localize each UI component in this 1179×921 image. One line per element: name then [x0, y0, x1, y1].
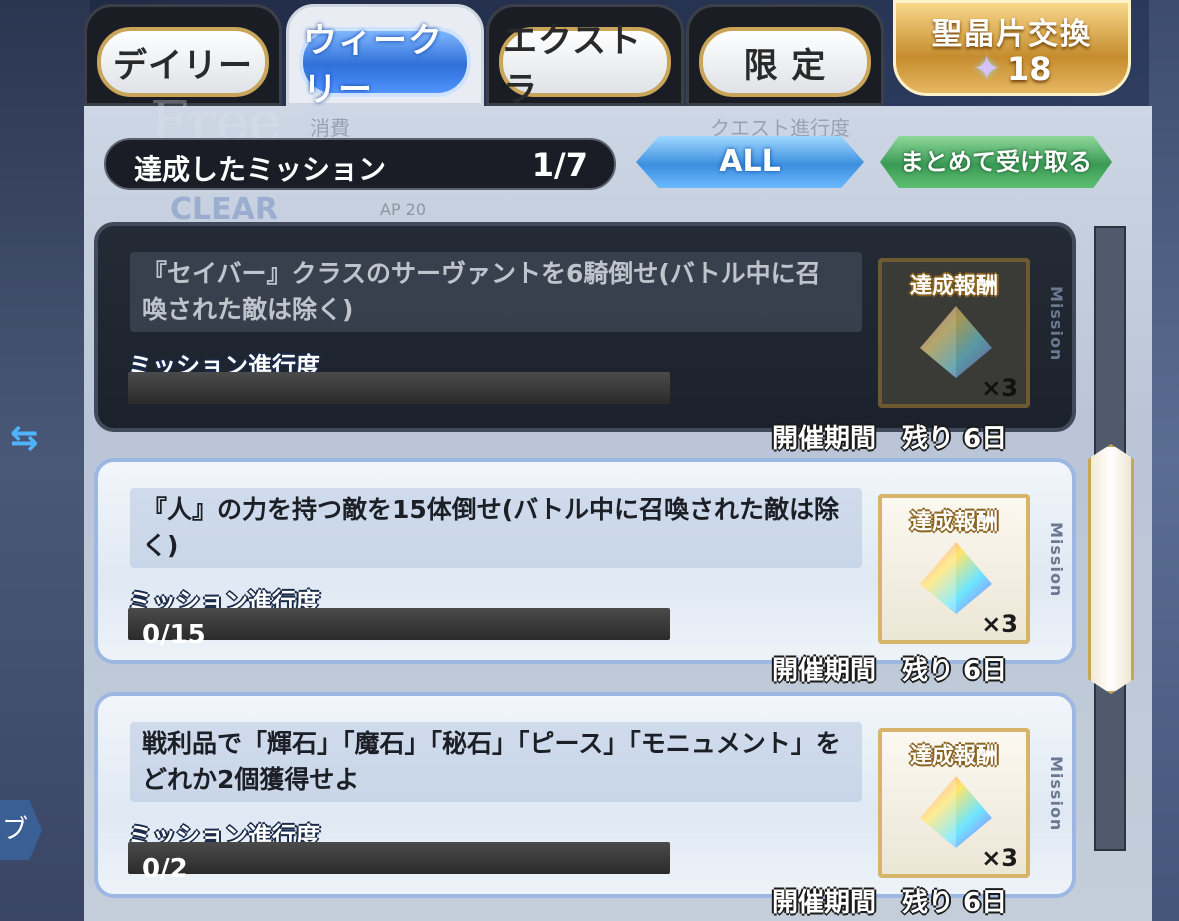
event-period: 開催期間 残り 6日 [772, 424, 1008, 454]
completed-missions-header: 達成したミッション 1/7 [104, 138, 616, 190]
ghost-cost: 消費 [310, 116, 350, 140]
completed-missions-count: 1/7 [531, 146, 588, 184]
mission-card[interactable]: 戦利品で「輝石」「魔石」「秘石」「ピース」「モニュメント」をどれか2個獲得せよ … [94, 692, 1076, 898]
mission-card[interactable]: 『人』の力を持つ敵を15体倒せ(バトル中に召喚された敵は除く) ミッション進行度… [94, 458, 1076, 664]
background-left [0, 0, 90, 921]
reward-title: 達成報酬 [909, 274, 998, 299]
background-right [1149, 0, 1179, 921]
mission-description: 戦利品で「輝石」「魔石」「秘石」「ピース」「モニュメント」をどれか2個獲得せよ [142, 729, 841, 794]
filter-all-button[interactable]: ALL [636, 136, 864, 188]
reward-box: 達成報酬 ×3 [878, 258, 1030, 408]
mission-side-label: Mission [1047, 522, 1066, 598]
reward-quantity: ×3 [981, 610, 1018, 638]
saint-quartz-fragment-icon [920, 306, 992, 378]
ghost-ap: AP 20 [380, 200, 427, 219]
mission-side-label: Mission [1047, 756, 1066, 832]
saint-quartz-fragment-icon [920, 542, 992, 614]
reward-quantity: ×3 [981, 374, 1018, 402]
saint-quartz-fragment-icon [920, 776, 992, 848]
event-period: 開催期間 残り 6日 [772, 656, 1008, 686]
mission-side-label: Mission [1047, 286, 1066, 362]
link-arrows-icon[interactable]: ⇆ [10, 418, 39, 458]
progress-bar [128, 842, 670, 874]
progress-bar [128, 608, 670, 640]
reward-quantity: ×3 [981, 844, 1018, 872]
reward-title: 達成報酬 [909, 510, 998, 535]
progress-value: 0/15 [142, 620, 206, 650]
reward-box: 達成報酬 ×3 [878, 494, 1030, 644]
completed-missions-label: 達成したミッション [134, 153, 387, 186]
reward-box: 達成報酬 ×3 [878, 728, 1030, 878]
reward-title: 達成報酬 [909, 744, 998, 769]
mission-description: 『セイバー』クラスのサーヴァントを6騎倒せ(バトル中に召喚された敵は除く) [142, 259, 821, 324]
progress-bar [128, 372, 670, 404]
claim-all-button[interactable]: まとめて受け取る [880, 136, 1112, 188]
progress-value: 0/2 [142, 854, 188, 884]
event-period: 開催期間 残り 6日 [772, 888, 1008, 918]
exchange-title: 聖晶片交換 [932, 17, 1092, 52]
mission-description: 『人』の力を持つ敵を15体倒せ(バトル中に召喚された敵は除く) [142, 495, 839, 560]
scrollbar-thumb[interactable] [1088, 444, 1134, 694]
mission-card[interactable]: 『セイバー』クラスのサーヴァントを6騎倒せ(バトル中に召喚された敵は除く) ミッ… [94, 222, 1076, 432]
